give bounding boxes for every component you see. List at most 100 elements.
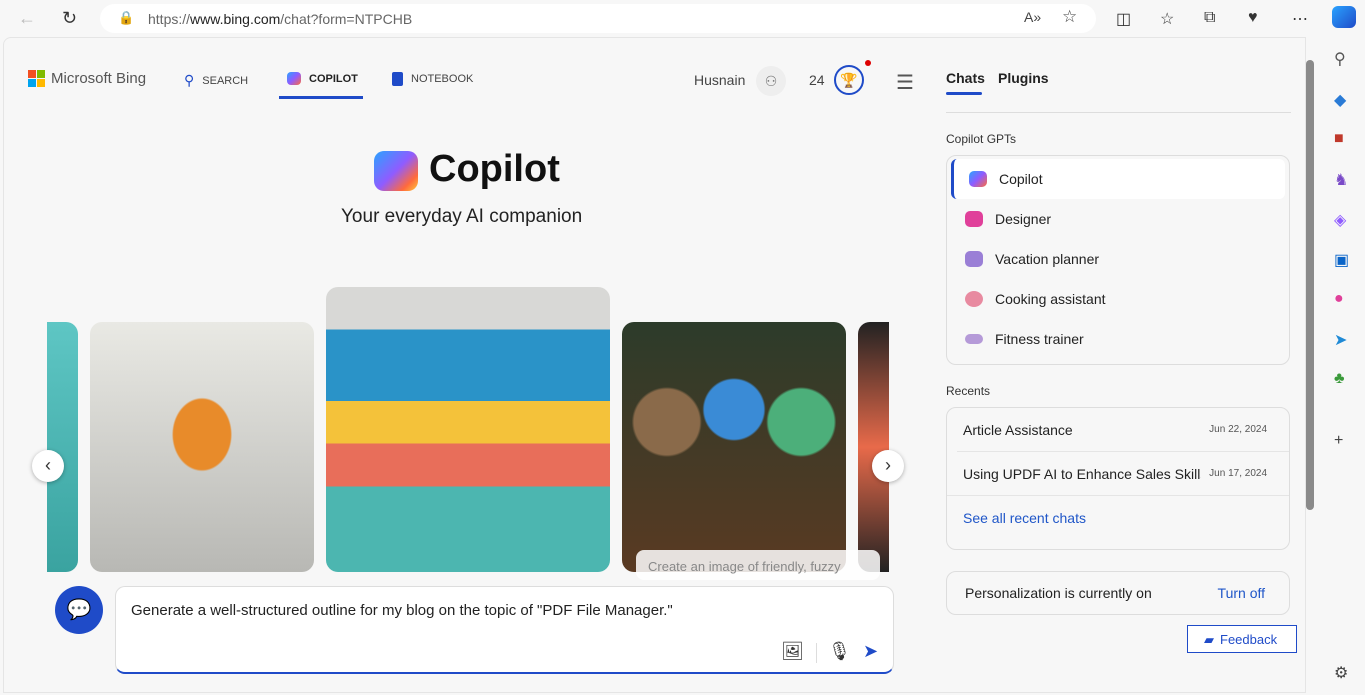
gpt-vacation-planner[interactable]: Vacation planner	[947, 239, 1289, 279]
personalization-status: Personalization is currently on	[965, 585, 1152, 601]
active-tab-indicator	[279, 96, 363, 99]
gpt-label: Cooking assistant	[995, 291, 1106, 307]
favorites-icon[interactable]: ☆	[1160, 9, 1174, 29]
more-icon[interactable]: ⋯	[1292, 9, 1308, 29]
rewards-trophy-icon[interactable]: 🏆	[834, 65, 864, 95]
see-all-recent-chats-link[interactable]: See all recent chats	[947, 496, 1289, 540]
turn-off-link[interactable]: Turn off	[1218, 585, 1265, 601]
recent-chat-item[interactable]: Article Assistance Jun 22, 2024	[957, 408, 1289, 452]
recents-heading: Recents	[946, 384, 990, 398]
notebook-icon	[392, 72, 403, 86]
feedback-label: Feedback	[1220, 632, 1277, 647]
gpt-label: Fitness trainer	[995, 331, 1084, 347]
tab-chats[interactable]: Chats	[946, 70, 985, 86]
carousel-next-button[interactable]: ›	[872, 450, 904, 482]
favorite-star-icon[interactable]: ☆	[1062, 7, 1077, 27]
carousel-caption: Create an image of friendly, fuzzy	[636, 550, 880, 580]
gpts-heading: Copilot GPTs	[946, 132, 1016, 146]
designer-icon[interactable]: ●	[1334, 290, 1344, 308]
hero-subtitle: Your everyday AI companion	[341, 206, 582, 228]
avatar-icon[interactable]: ⚇	[756, 66, 786, 96]
recent-date: Jun 22, 2024	[1209, 424, 1267, 435]
gpts-list: Copilot Designer Vacation planner Cookin…	[946, 155, 1290, 365]
hero-title: Copilot	[429, 148, 560, 191]
gpt-label: Vacation planner	[995, 251, 1099, 267]
gpt-cooking-assistant[interactable]: Cooking assistant	[947, 279, 1289, 319]
comment-icon: ▰	[1204, 632, 1214, 647]
recent-title: Article Assistance	[963, 422, 1073, 438]
search-icon: ⚲	[184, 72, 194, 89]
read-aloud-icon[interactable]: A»	[1024, 9, 1041, 25]
recents-list: Article Assistance Jun 22, 2024 Using UPD…	[946, 407, 1290, 550]
carousel-prev-button[interactable]: ‹	[32, 450, 64, 482]
copilot-logo-icon	[374, 151, 418, 191]
divider	[946, 112, 1291, 113]
search-icon[interactable]: ⚲	[1334, 49, 1346, 69]
tab-notebook[interactable]: NOTEBOOK	[392, 72, 473, 86]
chat-input-text: Generate a well-structured outline for m…	[131, 602, 673, 619]
lock-icon: 🔒	[118, 10, 134, 26]
edge-sidebar: ⚲ ◆ ■ ♞ ◈ ▣ ● ➤ ♣ + ⚙	[1322, 37, 1365, 695]
microsoft-logo-icon	[28, 70, 45, 87]
tab-plugins[interactable]: Plugins	[998, 70, 1049, 86]
gpt-fitness-trainer[interactable]: Fitness trainer	[947, 319, 1289, 359]
carousel-card-sunglasses[interactable]	[90, 322, 314, 572]
url-prefix: https://	[148, 11, 190, 27]
tree-icon[interactable]: ♣	[1334, 370, 1345, 388]
hamburger-menu-icon[interactable]: ☰	[896, 70, 914, 95]
shopping-tag-icon[interactable]: ◆	[1334, 90, 1346, 110]
outlook-icon[interactable]: ▣	[1334, 250, 1349, 270]
send-icon[interactable]: ➤	[863, 641, 878, 662]
address-bar[interactable]: 🔒 https://www.bing.com/chat?form=NTPCHB …	[100, 4, 1096, 33]
recent-date: Jun 17, 2024	[1209, 468, 1267, 479]
url-path: /chat?form=NTPCHB	[280, 11, 412, 27]
image-upload-icon[interactable]: 🖼	[781, 641, 804, 662]
split-screen-icon[interactable]: ◫	[1116, 9, 1131, 29]
suitcase-icon	[965, 251, 983, 267]
dumbbell-icon	[965, 334, 983, 344]
gpt-designer[interactable]: Designer	[947, 199, 1289, 239]
recent-title: Using UPDF AI to Enhance Sales Skills	[963, 466, 1201, 482]
telegram-icon[interactable]: ➤	[1334, 330, 1347, 350]
url-text: https://www.bing.com/chat?form=NTPCHB	[148, 11, 412, 27]
rewards-points: 24	[809, 72, 825, 88]
back-icon[interactable]: ←	[18, 8, 36, 29]
carousel-card[interactable]	[47, 322, 78, 572]
notification-dot	[865, 60, 871, 66]
add-icon[interactable]: +	[1334, 432, 1343, 450]
settings-icon[interactable]: ⚙	[1334, 663, 1348, 683]
chat-input[interactable]: Generate a well-structured outline for m…	[115, 586, 894, 674]
brand-name: Microsoft Bing	[51, 70, 146, 87]
games-icon[interactable]: ♞	[1334, 170, 1348, 190]
active-tab-indicator	[946, 92, 982, 95]
new-topic-button[interactable]: 💬	[55, 586, 103, 634]
carousel-card[interactable]	[858, 322, 889, 572]
user-name[interactable]: Husnain	[694, 72, 745, 88]
url-domain: www.bing.com	[190, 11, 280, 27]
bing-logo[interactable]: Microsoft Bing	[28, 70, 146, 87]
collections-icon[interactable]: ⧉	[1204, 9, 1215, 27]
microphone-icon[interactable]: 🎙	[828, 641, 851, 662]
copilot-icon	[969, 171, 987, 187]
copilot-icon[interactable]	[1332, 6, 1356, 28]
gpt-copilot[interactable]: Copilot	[951, 159, 1285, 199]
tools-icon[interactable]: ■	[1334, 130, 1344, 148]
browser-toolbar: ← ↻ 🔒 https://www.bing.com/chat?form=NTP…	[0, 0, 1365, 37]
designer-icon	[965, 211, 983, 227]
carousel-card-monsters[interactable]	[622, 322, 846, 572]
donut-icon	[965, 291, 983, 307]
scrollbar[interactable]	[1306, 60, 1314, 510]
tab-copilot[interactable]: COPILOT	[287, 72, 358, 85]
carousel-card-clothes[interactable]	[326, 287, 610, 572]
recent-chat-item[interactable]: Using UPDF AI to Enhance Sales Skills Jun…	[947, 452, 1289, 496]
personalization-box: Personalization is currently on Turn off	[946, 571, 1290, 615]
extensions-icon[interactable]: ♥	[1248, 9, 1258, 27]
tab-label: NOTEBOOK	[411, 73, 473, 85]
copilot-icon	[287, 72, 301, 85]
tab-search[interactable]: ⚲SEARCH	[184, 72, 248, 89]
microsoft365-icon[interactable]: ◈	[1334, 210, 1346, 230]
gpt-label: Designer	[995, 211, 1051, 227]
refresh-icon[interactable]: ↻	[62, 8, 77, 29]
divider	[816, 643, 817, 663]
feedback-button[interactable]: ▰ Feedback	[1187, 625, 1297, 653]
